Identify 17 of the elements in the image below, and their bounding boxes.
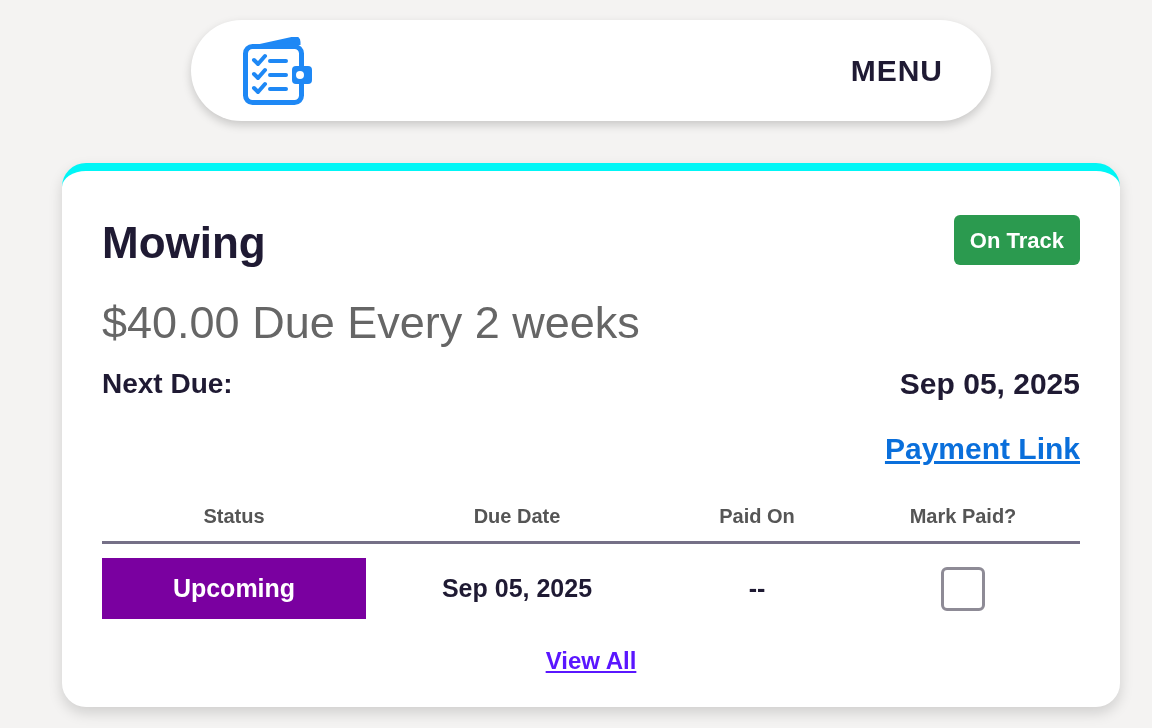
mark-paid-checkbox[interactable]	[941, 566, 985, 611]
column-header: Mark Paid?	[909, 504, 1017, 529]
column-header: Paid On	[719, 504, 795, 529]
status-cell: Upcoming	[102, 558, 366, 619]
card-title: Mowing	[102, 217, 266, 269]
amount-due-text: $40.00 Due Every 2 weeks	[102, 296, 641, 350]
column-header: Due Date	[473, 504, 561, 529]
column-header: Status	[203, 504, 265, 529]
due-date-cell-text: Sep 05, 2025	[441, 572, 593, 604]
payment-link[interactable]: Payment Link	[884, 426, 1080, 471]
view-all-link[interactable]: View All	[545, 643, 637, 679]
next-due-label: Next Due:	[102, 366, 233, 401]
next-due-date: Sep 05, 2025	[899, 366, 1080, 402]
wallet-checklist-icon	[242, 36, 314, 105]
paid-on-cell-text: --	[748, 572, 766, 604]
menu-button[interactable]: MENU	[842, 48, 951, 93]
status-badge: On Track	[953, 215, 1080, 265]
